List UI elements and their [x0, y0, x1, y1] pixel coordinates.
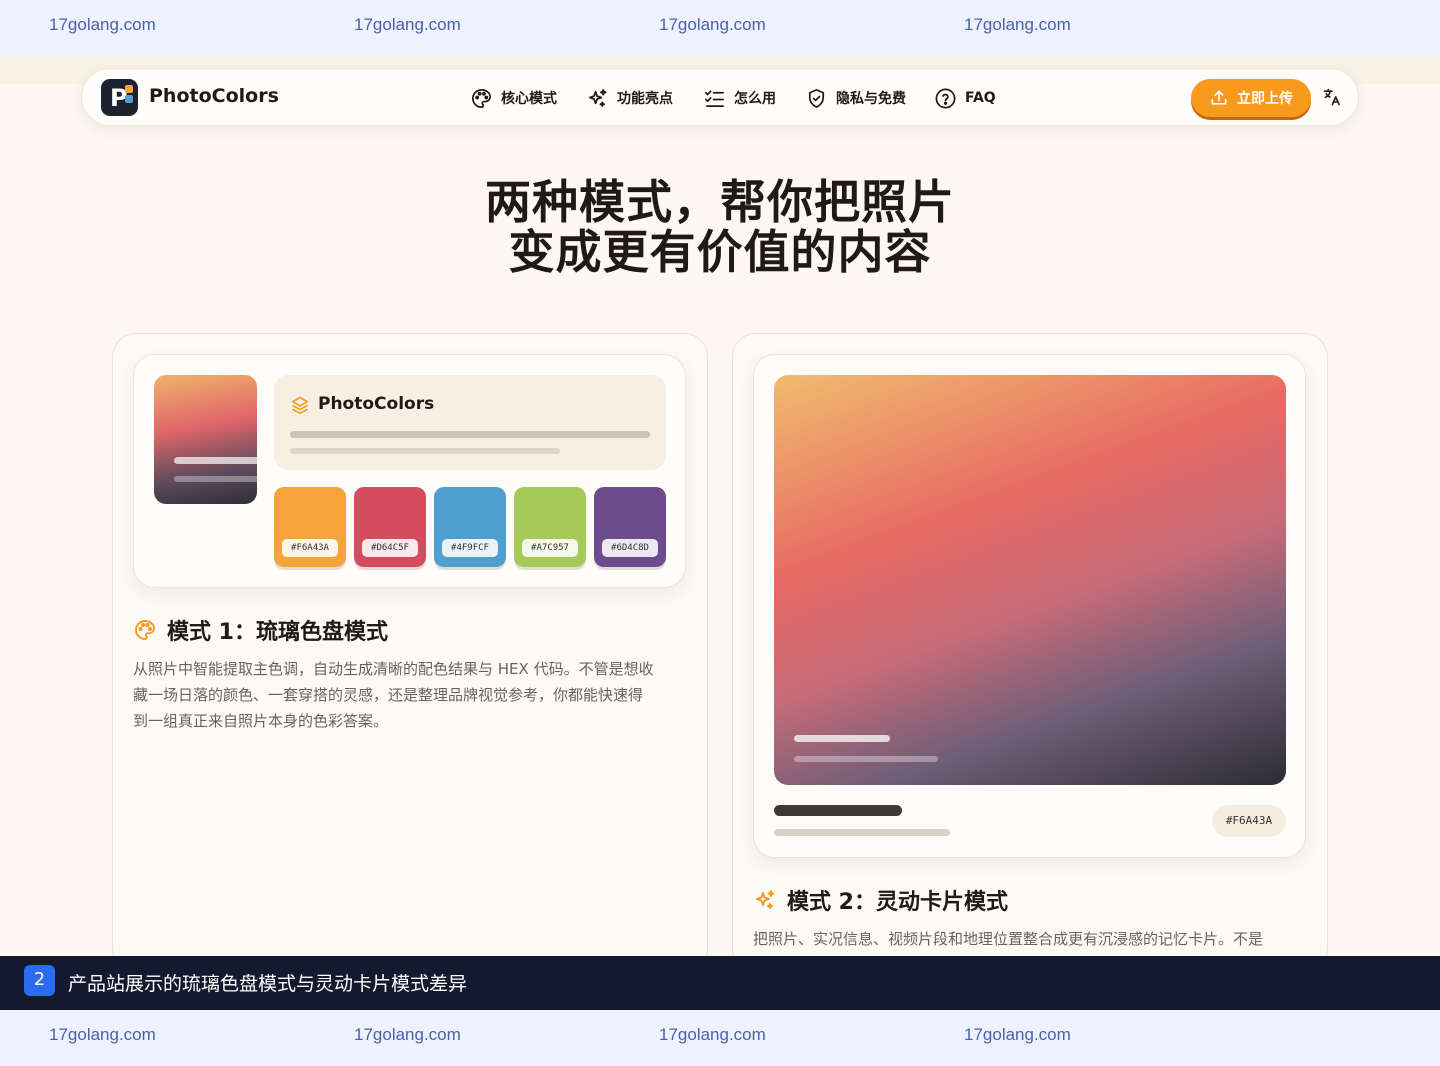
sparkles-icon — [756, 890, 775, 909]
nav-item-label: 功能亮点 — [617, 91, 673, 107]
top-nav: P PhotoColors 核心模式 功能亮点 怎么用 隐私与免费 FAQ 立即… — [81, 68, 1359, 126]
logo-accent — [125, 85, 133, 93]
nav-item-core-modes[interactable]: 核心模式 — [470, 86, 557, 110]
watermark-text: 17golang.com — [354, 15, 461, 34]
logo-accent — [125, 95, 133, 103]
swatch-hex: #D64C5F — [362, 539, 418, 557]
nav-item-label: 核心模式 — [501, 91, 557, 107]
color-swatch[interactable]: #D64C5F — [354, 487, 426, 567]
description-line: 藏一场日落的颜色、一套穿搭的灵感，还是整理品牌视觉参考，你都能快速得 — [133, 686, 644, 704]
mode-2-description: 把照片、实况信息、视频片段和地理位置整合成更有沉浸感的记忆卡片。不是 — [753, 926, 1313, 952]
mode-2-title: 模式 2：灵动卡片模式 — [753, 884, 1008, 916]
placeholder-line — [290, 431, 650, 438]
palette-preview: PhotoColors #F6A43A #D64C5F #4F9FCF #A7C… — [133, 354, 686, 588]
swatch-hex: #F6A43A — [282, 539, 338, 557]
color-swatch[interactable]: #A7C957 — [514, 487, 586, 567]
brand-logo[interactable]: P — [101, 79, 138, 116]
description-line: 把照片、实况信息、视频片段和地理位置整合成更有沉浸感的记忆卡片。不是 — [753, 930, 1264, 948]
thumbnail-caption-line — [174, 476, 257, 482]
brand-panel-title: PhotoColors — [318, 394, 435, 414]
photo-caption-line — [794, 735, 890, 742]
help-circle-icon — [935, 88, 956, 108]
memory-card-photo — [774, 375, 1286, 785]
watermark-text: 17golang.com — [659, 1025, 766, 1044]
mode-1-card: PhotoColors #F6A43A #D64C5F #4F9FCF #A7C… — [112, 333, 708, 973]
color-swatch[interactable]: #F6A43A — [274, 487, 346, 567]
swatch-hex: #4F9FCF — [442, 539, 498, 557]
upload-button-label: 立即上传 — [1237, 91, 1293, 107]
sparkles-icon — [588, 88, 607, 107]
watermark-bar-bottom: 17golang.com 17golang.com 17golang.com 1… — [0, 1010, 1440, 1066]
translate-icon[interactable] — [1322, 87, 1342, 107]
nav-item-label: 怎么用 — [734, 91, 776, 107]
description-line: 从照片中智能提取主色调，自动生成清晰的配色结果与 HEX 代码。不管是想收 — [133, 660, 654, 678]
checklist-icon — [705, 89, 724, 107]
watermark-text: 17golang.com — [49, 1025, 156, 1044]
card-title-placeholder — [774, 805, 902, 816]
thumbnail-caption-line — [174, 457, 257, 464]
photo-thumbnail — [154, 375, 257, 504]
card-subtitle-placeholder — [774, 829, 950, 836]
swatch-hex: #6D4C8D — [602, 539, 658, 557]
caption-number-badge: 2 — [24, 965, 55, 996]
mode-1-description: 从照片中智能提取主色调，自动生成清晰的配色结果与 HEX 代码。不管是想收 藏一… — [133, 656, 693, 734]
hero-heading: 两种模式，帮你把照片 变成更有价值的内容 — [0, 177, 1440, 277]
memory-card-preview: #F6A43A — [753, 354, 1306, 858]
watermark-text: 17golang.com — [964, 1025, 1071, 1044]
upload-icon — [1211, 90, 1227, 105]
color-swatch[interactable]: #4F9FCF — [434, 487, 506, 567]
nav-item-label: 隐私与免费 — [836, 91, 906, 107]
watermark-bar-top: 17golang.com 17golang.com 17golang.com 1… — [0, 0, 1440, 56]
brand-panel: PhotoColors — [274, 375, 666, 470]
nav-item-label: FAQ — [965, 90, 996, 106]
nav-item-faq[interactable]: FAQ — [934, 86, 996, 110]
mode-title-text: 模式 1：琉璃色盘模式 — [167, 620, 388, 645]
caption-text: 产品站展示的琉璃色盘模式与灵动卡片模式差异 — [68, 973, 468, 995]
nav-item-features[interactable]: 功能亮点 — [586, 86, 673, 110]
layers-icon — [291, 396, 309, 415]
watermark-text: 17golang.com — [49, 15, 156, 34]
mode-1-title: 模式 1：琉璃色盘模式 — [133, 614, 388, 646]
hero-line: 两种模式，帮你把照片 — [485, 175, 955, 229]
photo-caption-line — [794, 756, 938, 762]
upload-button[interactable]: 立即上传 — [1191, 79, 1311, 117]
image-caption-bar: 2 产品站展示的琉璃色盘模式与灵动卡片模式差异 — [0, 956, 1440, 1010]
nav-item-privacy[interactable]: 隐私与免费 — [805, 86, 906, 110]
watermark-text: 17golang.com — [964, 15, 1071, 34]
hero-line: 变成更有价值的内容 — [508, 225, 932, 279]
description-line: 到一组真正来自照片本身的色彩答案。 — [133, 712, 389, 730]
mode-title-text: 模式 2：灵动卡片模式 — [787, 890, 1008, 915]
swatch-hex: #A7C957 — [522, 539, 578, 557]
brand-name[interactable]: PhotoColors — [149, 85, 279, 107]
mode-2-card: #F6A43A 模式 2：灵动卡片模式 把照片、实况信息、视频片段和地理位置整合… — [732, 333, 1328, 973]
palette-icon — [135, 620, 155, 640]
shield-icon — [808, 88, 825, 108]
nav-item-how-to-use[interactable]: 怎么用 — [703, 86, 776, 110]
watermark-text: 17golang.com — [354, 1025, 461, 1044]
hex-pill: #F6A43A — [1212, 805, 1286, 837]
watermark-text: 17golang.com — [659, 15, 766, 34]
color-swatch[interactable]: #6D4C8D — [594, 487, 666, 567]
palette-icon — [472, 88, 491, 108]
placeholder-line — [290, 448, 560, 454]
